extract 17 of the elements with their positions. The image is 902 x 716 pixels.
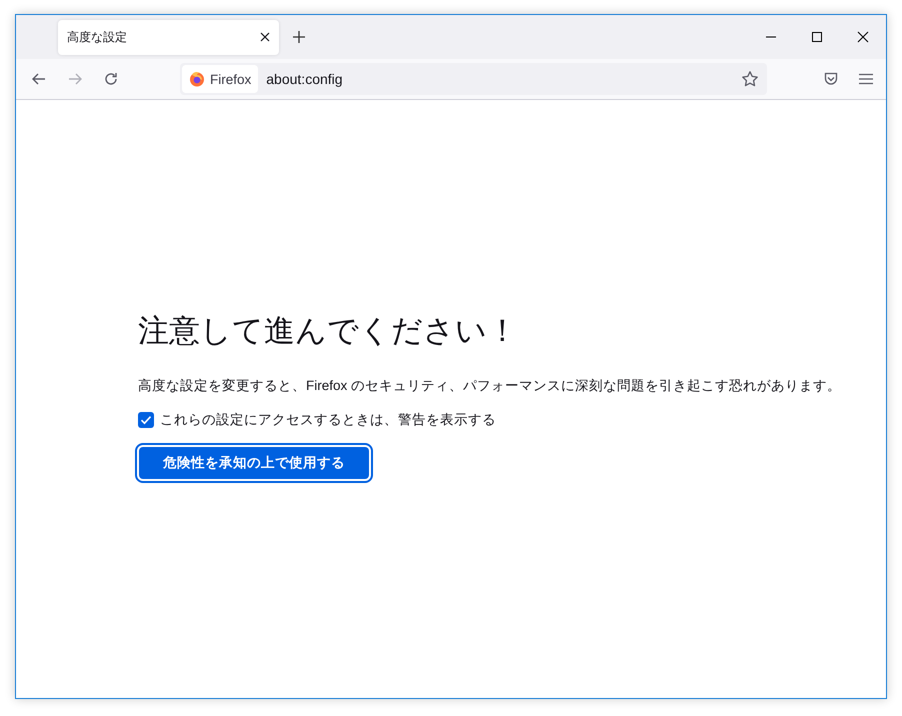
checkbox-label[interactable]: これらの設定にアクセスするときは、警告を表示する — [160, 411, 496, 429]
close-icon[interactable] — [857, 31, 869, 43]
address-bar[interactable]: Firefox about:config — [180, 63, 767, 95]
checkbox[interactable] — [138, 412, 154, 428]
bookmark-star-icon[interactable] — [741, 70, 759, 88]
pocket-icon[interactable] — [823, 71, 839, 87]
identity-button[interactable]: Firefox — [182, 65, 258, 93]
page-heading: 注意して進んでください！ — [138, 312, 518, 350]
new-tab-icon[interactable] — [291, 29, 307, 45]
browser-logo-icon — [189, 71, 205, 87]
url-text: about:config — [266, 71, 344, 87]
close-icon[interactable] — [260, 32, 270, 42]
warning-text: 高度な設定を変更すると、Firefox のセキュリティ、パフォーマンスに深刻な問題を引き起こす恐れがあります。 — [138, 377, 842, 395]
menu-icon[interactable] — [859, 71, 873, 87]
maximize-icon[interactable] — [811, 31, 823, 43]
browser-tab[interactable]: 高度な設定 — [58, 20, 279, 54]
accept-risk-button[interactable]: 危険性を承知の上で使用する — [139, 447, 369, 479]
